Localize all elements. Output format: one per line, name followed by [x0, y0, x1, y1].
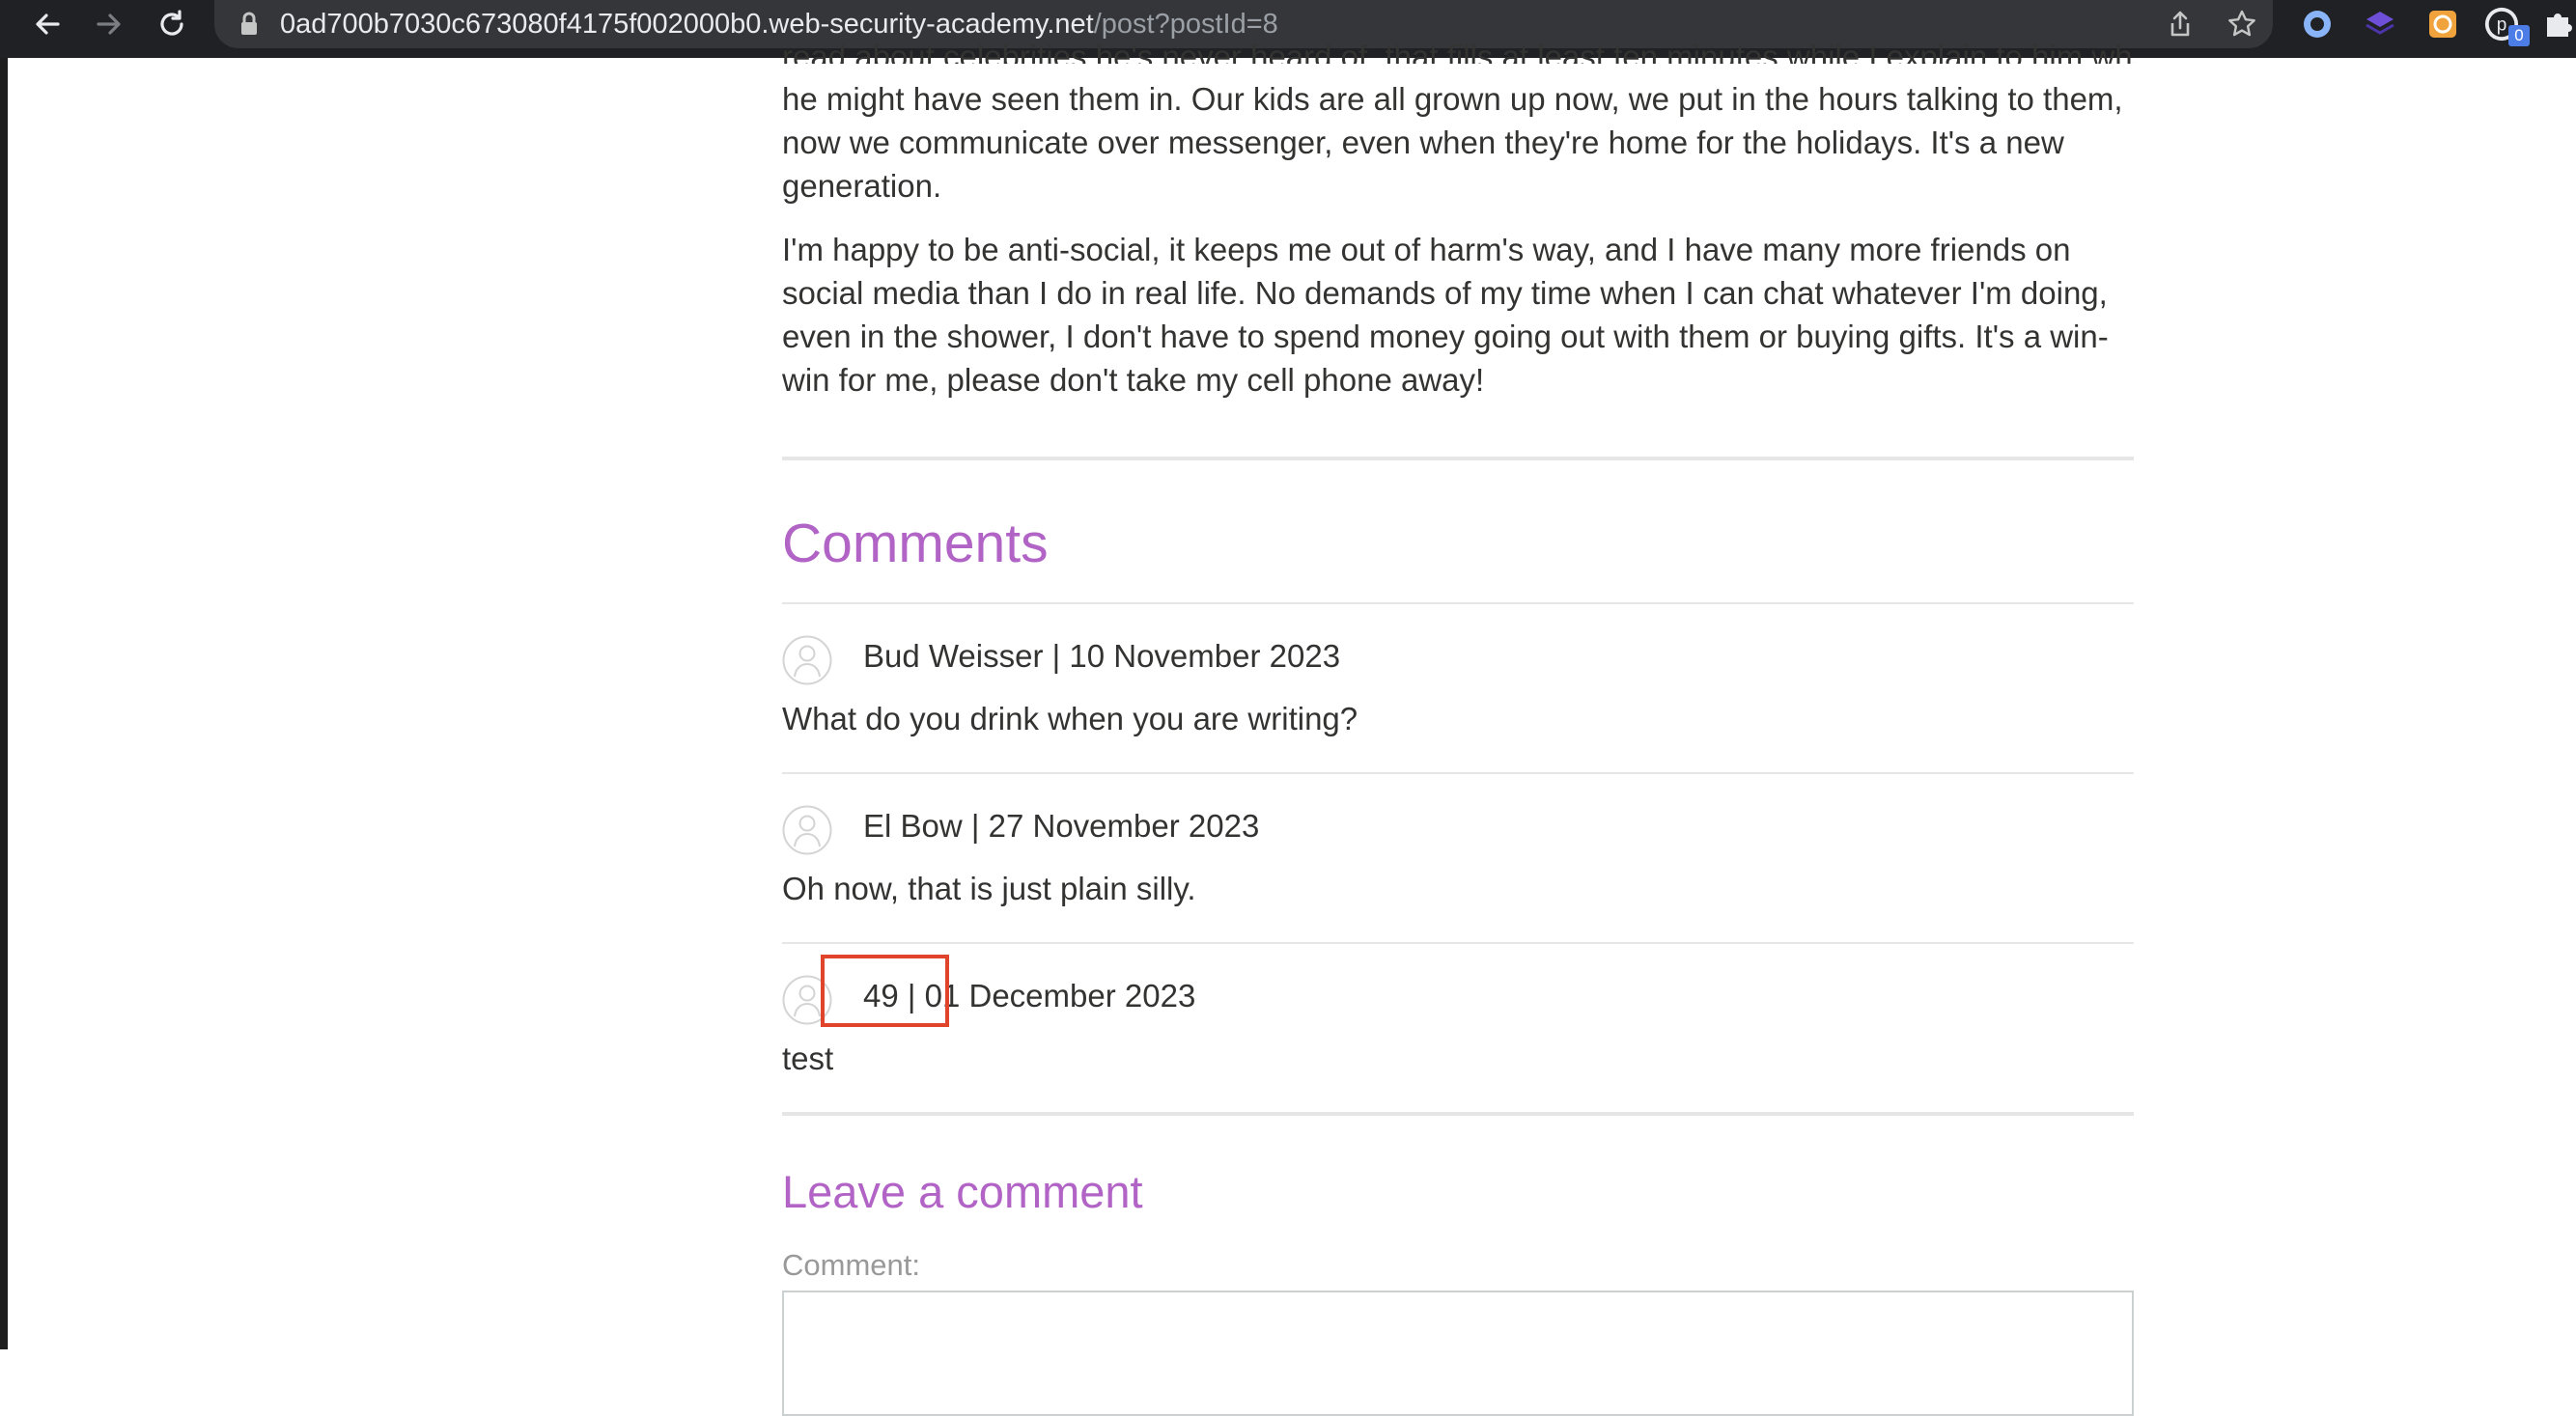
- post-paragraph-partial: read about celebrities he's never heard …: [782, 39, 2134, 64]
- back-button[interactable]: [23, 0, 71, 48]
- reload-button[interactable]: [148, 0, 196, 48]
- lock-icon: [239, 12, 259, 42]
- avatar-icon: [782, 635, 832, 685]
- comment-text: What do you drink when you are writing?: [782, 701, 1358, 736]
- comment-divider: [782, 772, 2134, 774]
- extension-burp-icon[interactable]: [2424, 6, 2461, 42]
- comment-text: test: [782, 1041, 834, 1076]
- avatar-icon: [782, 805, 832, 855]
- extension-circle-icon[interactable]: [2299, 6, 2336, 42]
- highlight-box: [821, 955, 949, 1027]
- comment-author-date: El Bow | 27 November 2023: [863, 808, 1260, 844]
- post-paragraph: he might have seen them in. Our kids are…: [782, 81, 2123, 204]
- post-paragraph: I'm happy to be anti-social, it keeps me…: [782, 232, 2109, 398]
- devtools-edge: [0, 58, 8, 1349]
- comment-divider: [782, 942, 2134, 944]
- forward-button[interactable]: [85, 0, 133, 48]
- comment-text: Oh now, that is just plain silly.: [782, 871, 1196, 906]
- bookmark-star-icon[interactable]: [2226, 9, 2257, 40]
- extension-layers-icon[interactable]: [2362, 6, 2398, 42]
- forward-arrow-icon: [97, 14, 121, 35]
- extension-badge: 0: [2508, 25, 2530, 46]
- comment-divider: [782, 602, 2134, 604]
- svg-text:p: p: [2497, 15, 2507, 36]
- back-arrow-icon: [36, 14, 60, 35]
- share-icon[interactable]: [2165, 9, 2196, 40]
- extensions-puzzle-icon[interactable]: [2539, 6, 2576, 42]
- comment-author-date: Bud Weisser | 10 November 2023: [863, 638, 1341, 674]
- reload-icon: [160, 10, 183, 36]
- section-divider: [782, 457, 2134, 460]
- comments-title: Comments: [782, 513, 1049, 574]
- comment-label: Comment:: [782, 1248, 920, 1282]
- leave-comment-title: Leave a comment: [782, 1166, 1143, 1217]
- section-divider: [782, 1112, 2134, 1116]
- comment-textarea[interactable]: [782, 1291, 2134, 1416]
